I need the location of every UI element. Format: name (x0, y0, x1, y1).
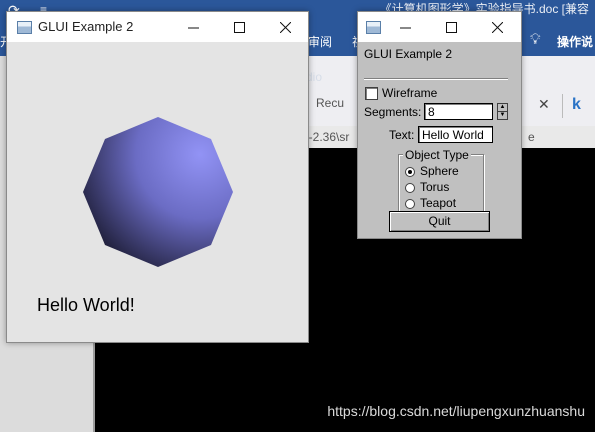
spinner-up-icon[interactable]: ▲ (498, 104, 507, 112)
glui-main-window: GLUI Example 2 Hello World! (6, 11, 309, 343)
lightbulb-icon[interactable]: 💡︎ (530, 31, 541, 48)
radio-teapot[interactable] (405, 199, 415, 209)
app-icon (17, 21, 32, 34)
spinner-down-icon[interactable]: ▼ (498, 112, 507, 119)
minimize-icon[interactable] (170, 12, 216, 42)
segments-input[interactable]: 8 (424, 103, 493, 120)
text-input[interactable]: Hello World (418, 126, 493, 143)
title-bar[interactable] (358, 12, 521, 42)
canvas-text: Hello World! (37, 295, 135, 315)
ide-path-text: i-2.36\sr (306, 130, 350, 144)
divider (364, 78, 508, 80)
ide-path-text-2: e (528, 130, 535, 144)
close-icon[interactable] (474, 12, 520, 42)
object-type-label: Object Type (403, 148, 471, 162)
window-title: GLUI Example 2 (38, 19, 134, 34)
word-tab-review[interactable]: 审阅 (308, 33, 332, 50)
minimize-icon[interactable] (382, 12, 428, 42)
word-tab-tell-me[interactable]: 操作说 (557, 33, 593, 50)
glui-panel: GLUI Example 2 Wireframe Segments: 8 ▲ ▼… (358, 42, 521, 238)
watermark: https://blog.csdn.net/liupengxunzhuanshu (327, 403, 585, 419)
radio-sphere[interactable] (405, 167, 415, 177)
panel-header: GLUI Example 2 (364, 47, 453, 61)
ide-tab-recent[interactable]: Recu (316, 96, 344, 110)
close-icon[interactable]: ✕ (538, 96, 550, 113)
app-icon (366, 21, 381, 34)
wireframe-label: Wireframe (382, 86, 438, 100)
wireframe-checkbox[interactable] (365, 87, 378, 100)
radio-sphere-label: Sphere (420, 164, 459, 178)
ide-k-icon[interactable]: k (572, 96, 581, 114)
close-icon[interactable] (262, 12, 308, 42)
segments-label: Segments: (364, 105, 422, 119)
divider (562, 94, 563, 118)
title-bar[interactable]: GLUI Example 2 (7, 12, 308, 42)
radio-torus-label: Torus (420, 180, 450, 194)
radio-teapot-label: Teapot (420, 196, 457, 210)
text-label: Text: (389, 128, 415, 142)
radio-torus[interactable] (405, 183, 415, 193)
maximize-icon[interactable] (216, 12, 262, 42)
render-canvas[interactable]: Hello World! (7, 42, 308, 342)
quit-button[interactable]: Quit (389, 211, 490, 232)
segments-spinner[interactable]: ▲ ▼ (497, 103, 508, 120)
glui-panel-window: GLUI Example 2 Wireframe Segments: 8 ▲ ▼… (357, 11, 522, 239)
maximize-icon[interactable] (428, 12, 474, 42)
